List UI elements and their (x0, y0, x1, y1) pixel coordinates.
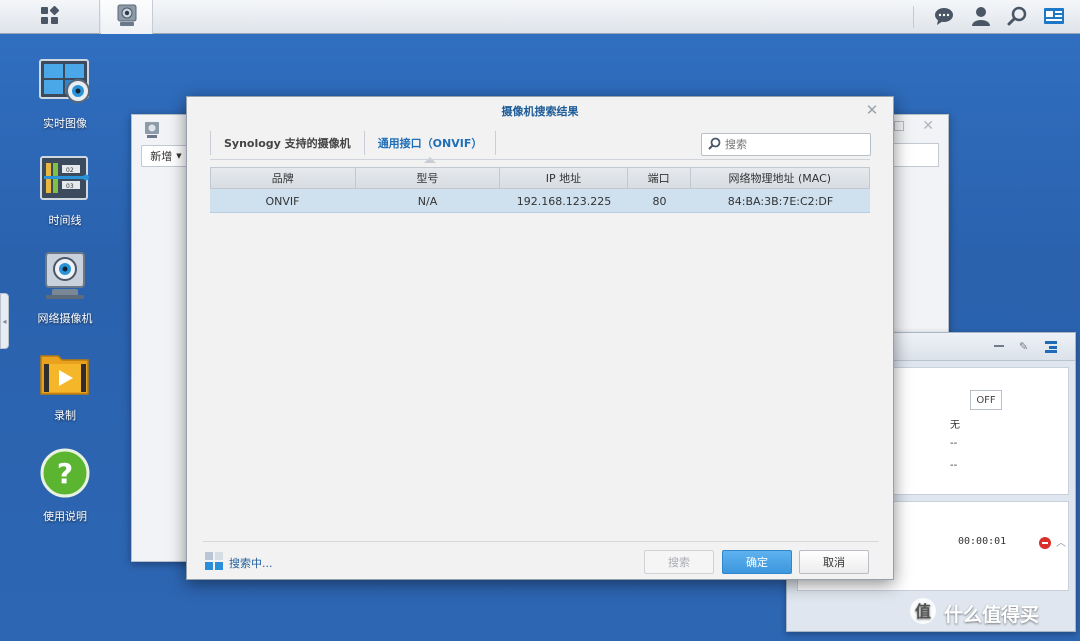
timeline-icon: 02 03 (38, 155, 92, 206)
search-status: 搜索中... (205, 552, 273, 573)
cell-mac: 84:BA:3B:7E:C2:DF (727, 194, 834, 208)
table-header: 品牌 型号 IP 地址 端口 网络物理地址 (MAC) (210, 167, 870, 189)
table-row[interactable]: ONVIF N/A 192.168.123.225 80 84:BA:3B:7E… (210, 189, 870, 213)
search-icon (708, 137, 721, 153)
user-icon (972, 6, 990, 29)
svg-text:?: ? (57, 457, 73, 490)
search-icon (1007, 6, 1027, 29)
surveillance-camera-icon (144, 121, 160, 142)
grid-icon (40, 5, 60, 29)
svg-text:03: 03 (66, 183, 74, 190)
chevron-down-icon: ▼ (176, 152, 182, 160)
column-header-mac[interactable]: 网络物理地址 (MAC) (691, 168, 869, 188)
background-search-field[interactable] (888, 143, 939, 167)
chevron-up-icon[interactable]: ︿ (1056, 534, 1066, 549)
status-text: -- (950, 438, 958, 449)
widgets-button[interactable] (1036, 0, 1072, 34)
ip-camera-icon (38, 251, 92, 304)
stop-icon[interactable] (1039, 537, 1051, 549)
chat-button[interactable] (926, 0, 962, 34)
desktop-icon-label: 实时图像 (43, 117, 87, 130)
column-header-port[interactable]: 端口 (628, 168, 691, 188)
tab-label: Synology 支持的摄像机 (224, 137, 351, 150)
svg-text:02: 02 (66, 167, 74, 174)
tab-label: 通用接口（ONVIF） (377, 137, 483, 150)
column-header-brand[interactable]: 品牌 (211, 168, 356, 188)
status-text: -- (950, 460, 958, 471)
live-view-icon (38, 58, 92, 109)
search-input[interactable] (725, 138, 855, 151)
side-panel-handle[interactable]: ◂ (0, 293, 9, 349)
help-icon: ? (39, 447, 91, 502)
desktop-icon-ip-camera[interactable]: 网络摄像机 (22, 251, 108, 326)
recording-timer: 00:00:01 (958, 536, 1007, 547)
add-button-label: 新增 (150, 150, 173, 163)
desktop-icon-live-view[interactable]: 实时图像 (22, 58, 108, 131)
desktop-icon-label: 网络摄像机 (37, 312, 93, 325)
camera-results-table: 品牌 型号 IP 地址 端口 网络物理地址 (MAC) ONVIF N/A 19… (210, 167, 870, 213)
minimize-icon[interactable] (994, 345, 1004, 347)
loading-icon (205, 552, 223, 573)
close-icon[interactable]: ✕ (922, 118, 934, 134)
column-header-ip[interactable]: IP 地址 (500, 168, 628, 188)
column-header-model[interactable]: 型号 (356, 168, 501, 188)
search-box[interactable] (701, 133, 871, 156)
recording-folder-icon (38, 350, 92, 401)
dialog-title: 摄像机搜索结果 (501, 105, 579, 118)
taskbar (0, 0, 1080, 34)
status-text: 无 (950, 420, 960, 431)
close-icon[interactable]: ✕ (865, 103, 879, 118)
user-button[interactable] (963, 0, 999, 34)
svg-text:值: 值 (915, 602, 931, 621)
status-text: 搜索中... (229, 556, 273, 570)
active-tab-caret (424, 157, 437, 163)
desktop-icon-help[interactable]: ? 使用说明 (22, 447, 108, 524)
cell-model: N/A (417, 194, 438, 208)
footer-divider (203, 541, 879, 542)
cell-ip: 192.168.123.225 (516, 194, 612, 208)
desktop-icon-label: 录制 (54, 409, 76, 422)
add-button[interactable]: 新增 ▼ (141, 145, 191, 167)
surveillance-camera-icon (116, 4, 138, 31)
cell-port: 80 (652, 194, 667, 208)
desktop-icon-recording[interactable]: 录制 (22, 350, 108, 423)
search-button[interactable]: 搜索 (644, 550, 714, 574)
watermark-text: 什么值得买 (944, 604, 1040, 626)
taskbar-separator (913, 6, 914, 28)
desktop-icon-label: 时间线 (48, 214, 82, 227)
widgets-icon (1043, 7, 1065, 28)
pin-icon[interactable]: ✎ (1019, 340, 1028, 353)
tab-divider (210, 159, 870, 160)
watermark: 值 什么值得买 (908, 596, 1039, 631)
tab-synology-cameras[interactable]: Synology 支持的摄像机 (210, 131, 364, 155)
tab-bar: Synology 支持的摄像机 通用接口（ONVIF） (210, 131, 497, 163)
desktop-icon-label: 使用说明 (43, 510, 87, 523)
cell-brand: ONVIF (265, 194, 300, 208)
main-menu-button[interactable] (0, 0, 100, 34)
tab-onvif[interactable]: 通用接口（ONVIF） (363, 131, 497, 163)
widget-menu-icon[interactable] (1045, 341, 1057, 356)
cancel-button[interactable]: 取消 (799, 550, 869, 574)
desktop-icon-timeline[interactable]: 02 03 时间线 (22, 155, 108, 228)
ok-button[interactable]: 确定 (722, 550, 792, 574)
maximize-icon[interactable] (894, 121, 904, 131)
taskbar-app-surveillance[interactable] (101, 0, 153, 34)
chat-icon (934, 7, 954, 28)
search-button[interactable] (999, 0, 1035, 34)
off-toggle[interactable]: OFF (970, 390, 1002, 410)
camera-search-dialog: 摄像机搜索结果 ✕ Synology 支持的摄像机 通用接口（ONVIF） 品牌… (186, 96, 894, 580)
watermark-logo-icon: 值 (908, 596, 938, 631)
